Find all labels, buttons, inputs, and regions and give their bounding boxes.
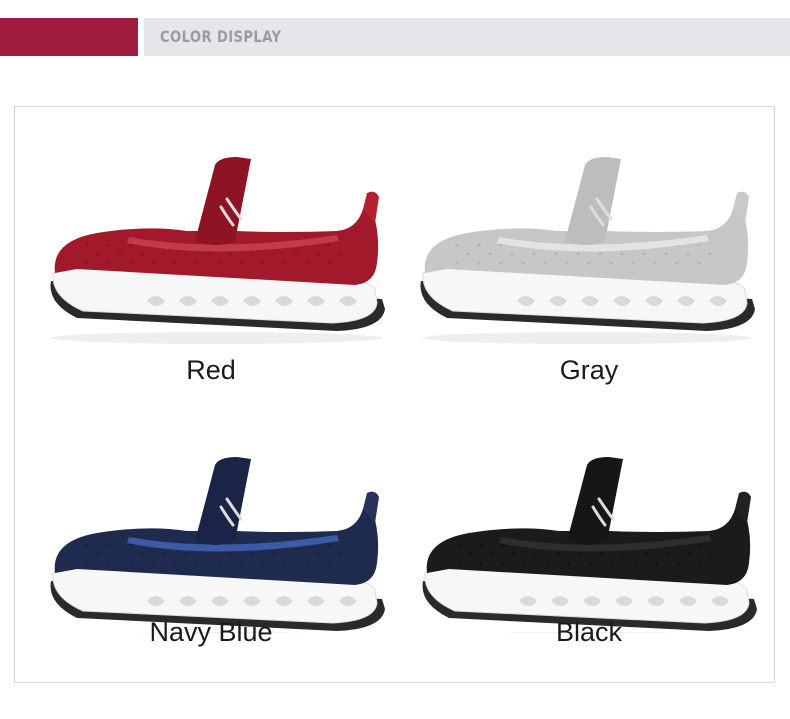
- variant-card-gray[interactable]: Gray: [399, 107, 779, 395]
- variant-card-red[interactable]: Red: [21, 107, 401, 395]
- shoe-image-gray: [420, 157, 755, 344]
- header-accent-bar: [0, 18, 138, 56]
- variant-card-navy-blue[interactable]: Navy Blue: [21, 393, 401, 681]
- variant-card-black[interactable]: Black: [399, 393, 779, 681]
- variant-label-gray: Gray: [559, 355, 619, 385]
- variant-label-red: Red: [186, 355, 236, 385]
- section-title: COLOR DISPLAY: [160, 27, 282, 46]
- section-header: COLOR DISPLAY: [144, 18, 790, 56]
- shoe-image-black: [422, 457, 757, 633]
- shoe-image-navy-blue: [50, 457, 385, 633]
- shoe-image-red: [50, 157, 385, 344]
- color-display-panel: Red Gray Navy Blue Black: [14, 106, 775, 683]
- variant-label-black: Black: [555, 617, 623, 647]
- variant-label-navy-blue: Navy Blue: [149, 617, 273, 647]
